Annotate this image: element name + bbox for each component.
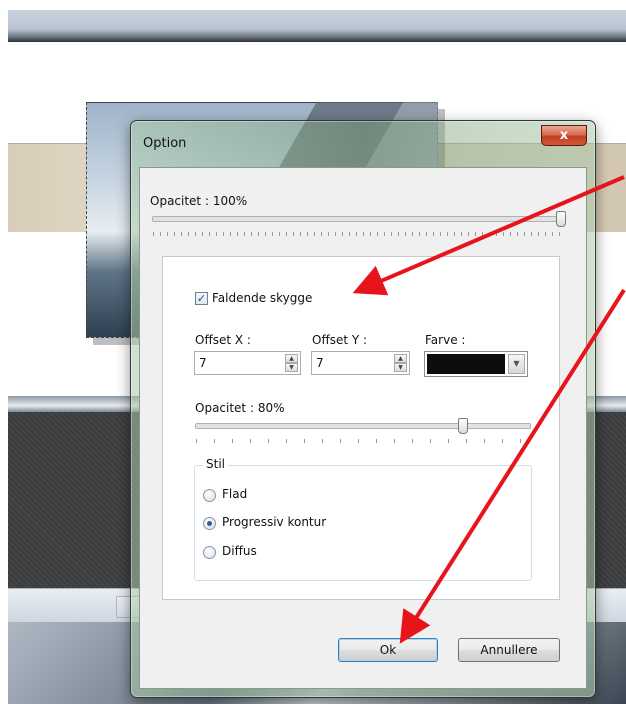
offset-x-stepper[interactable]: 7 ▲ ▼ [194,351,301,375]
color-label: Farve : [425,333,466,347]
opacity-slider-thumb[interactable] [556,211,566,227]
style-group-legend: Stil [203,457,228,471]
shadow-settings-panel: ✓ Faldende skygge Offset X : 7 ▲ ▼ Offse… [162,256,560,600]
drop-shadow-label: Faldende skygge [212,291,313,305]
radio-progressive-contour-label: Progressiv kontur [222,515,327,529]
spin-down-icon[interactable]: ▼ [285,363,298,372]
color-swatch [427,354,505,374]
offset-x-value: 7 [199,356,207,370]
radio-diffuse[interactable] [203,546,216,559]
background-window-header [8,10,626,42]
color-picker[interactable]: ▼ [424,351,528,377]
dialog-client-area: Opacitet : 100% ✓ Faldende skygge Offset… [139,167,587,689]
radio-diffuse-label: Diffus [222,544,257,558]
checkmark-icon: ✓ [196,292,207,305]
radio-flat[interactable] [203,489,216,502]
ok-button-label: Ok [379,643,397,657]
dialog-titlebar[interactable]: Option x [131,121,595,167]
spin-up-icon[interactable]: ▲ [394,354,407,363]
style-groupbox: Stil Flad Progressiv kontur Diffus [194,457,532,581]
cancel-button[interactable]: Annullere [458,638,560,662]
drop-shadow-checkbox[interactable]: ✓ [195,292,208,305]
close-button[interactable]: x [541,125,587,146]
opacity-label: Opacitet : 100% [150,194,248,208]
chevron-down-icon[interactable]: ▼ [508,354,525,374]
radio-flat-label: Flad [222,487,248,501]
close-icon: x [559,128,569,143]
shadow-opacity-label: Opacitet : 80% [195,401,285,415]
opacity-slider-ticks [153,232,561,236]
shadow-opacity-slider-track[interactable] [195,423,531,429]
shadow-opacity-slider-ticks [196,439,528,443]
spin-down-icon[interactable]: ▼ [394,363,407,372]
offset-x-label: Offset X : [195,333,251,347]
offset-y-stepper[interactable]: 7 ▲ ▼ [311,351,410,375]
offset-y-label: Offset Y : [312,333,368,347]
opacity-slider-track[interactable] [152,216,564,222]
offset-y-value: 7 [316,356,324,370]
ok-button[interactable]: Ok [338,638,438,662]
radio-progressive-contour[interactable] [203,517,216,530]
shadow-opacity-slider-thumb[interactable] [458,418,469,434]
dialog-title: Option [143,136,187,151]
cancel-button-label: Annullere [480,643,538,657]
spin-up-icon[interactable]: ▲ [285,354,298,363]
option-dialog: Option x Opacitet : 100% ✓ Faldende skyg… [130,120,596,698]
